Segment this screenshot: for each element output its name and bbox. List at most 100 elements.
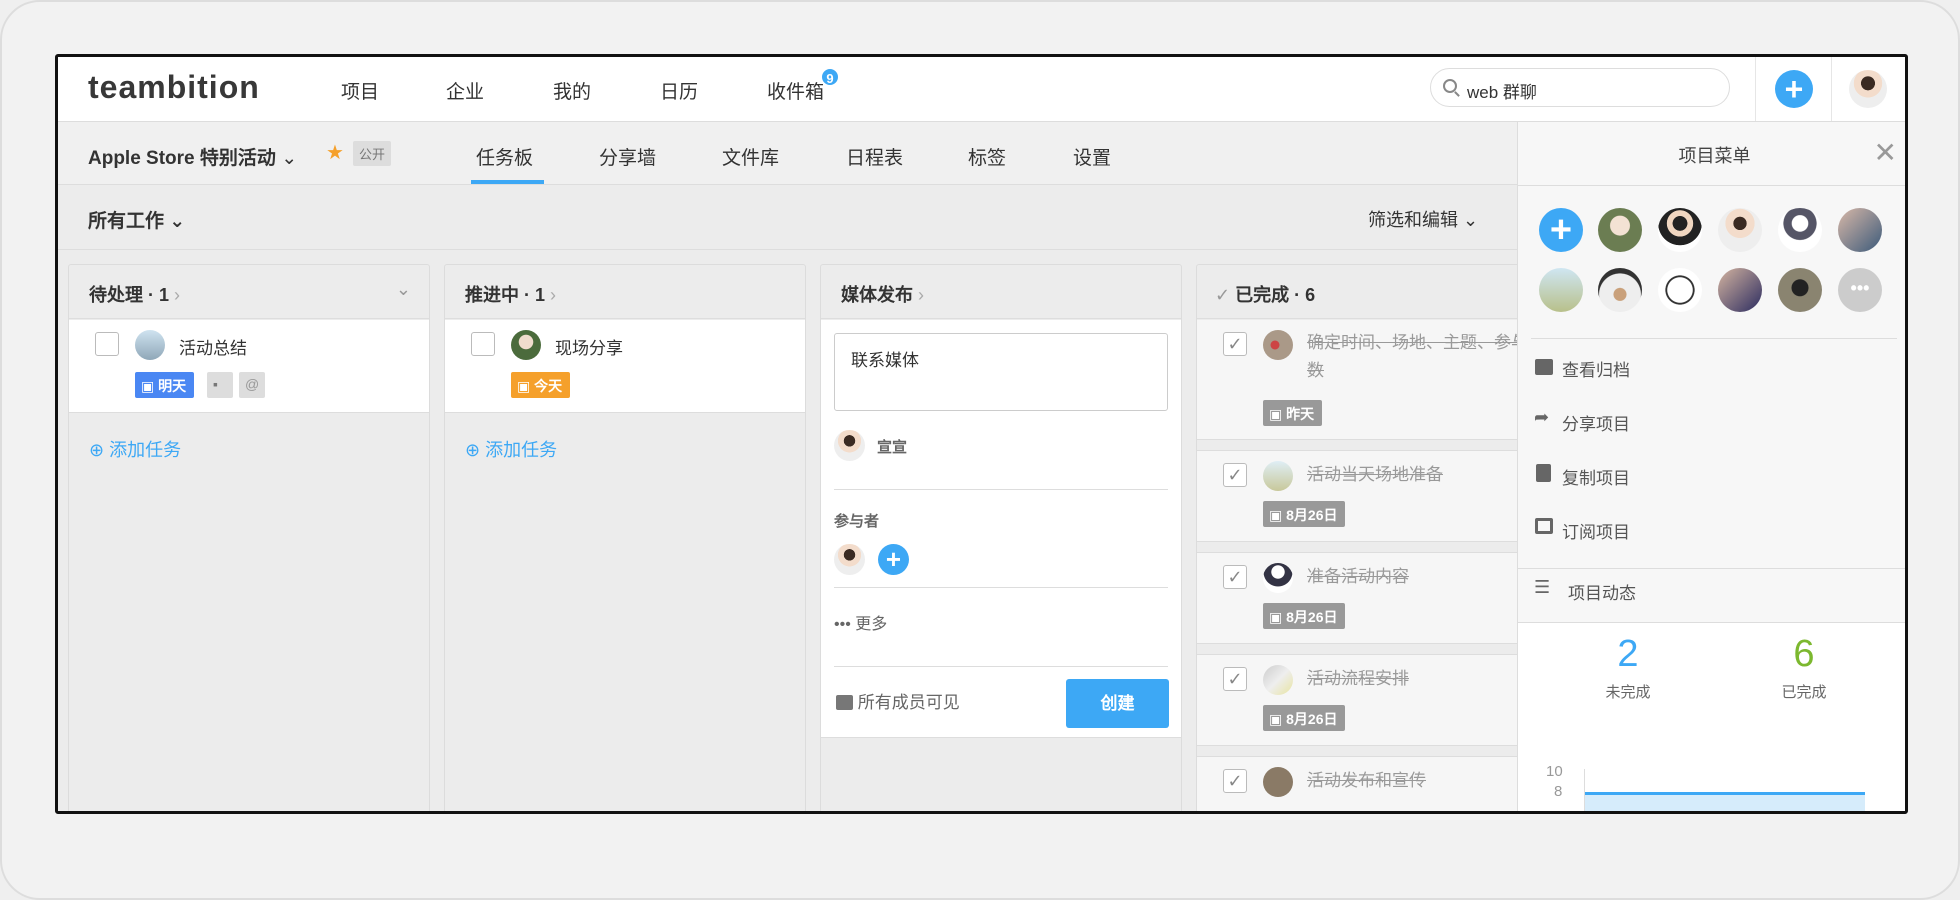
member-avatar[interactable] <box>1658 268 1702 312</box>
task-card[interactable]: ✓ 准备活动内容 ▣ 8月26日 <box>1197 552 1557 644</box>
nav-enterprise[interactable]: 企业 <box>446 77 484 104</box>
task-card[interactable]: ✓ 活动流程安排 ▣ 8月26日 <box>1197 654 1557 746</box>
active-tab-indicator <box>471 180 544 184</box>
tab-share-wall[interactable]: 分享墙 <box>599 143 656 170</box>
visibility-toggle[interactable]: 所有成员可见 <box>836 688 960 713</box>
more-button[interactable]: ••• 更多 <box>834 610 887 634</box>
due-date: 8月26日 <box>1286 507 1338 523</box>
member-avatar[interactable] <box>1718 208 1762 252</box>
task-title: 活动当天场地准备 <box>1307 465 1443 484</box>
calendar-icon: ▣ <box>1269 609 1287 625</box>
task-checkbox[interactable] <box>471 332 495 356</box>
assignee-avatar <box>1263 767 1293 797</box>
due-date-tag: ▣ 今天 <box>511 372 571 398</box>
create-plus-button[interactable]: + <box>1775 70 1813 108</box>
member-avatar[interactable] <box>1838 208 1882 252</box>
project-title[interactable]: Apple Store 特别活动 ⌄ <box>88 143 297 170</box>
member-avatar[interactable] <box>1658 208 1702 252</box>
nav-calendar[interactable]: 日历 <box>660 77 698 104</box>
task-checkbox[interactable]: ✓ <box>1223 463 1247 487</box>
task-checkbox[interactable] <box>95 332 119 356</box>
menu-view-archive[interactable]: 查看归档 <box>1562 356 1630 381</box>
chart-tick-label: 10 <box>1546 763 1563 780</box>
divider <box>834 489 1168 490</box>
column-media: 媒体发布 › 联系媒体 宣宣 参与者 + ••• 更多 所有成员可见 创建 <box>820 264 1182 811</box>
add-task-button[interactable]: ⊕ 添加任务 <box>89 436 181 462</box>
task-card[interactable]: 活动总结 ▣ 明天 ▪ @ <box>69 320 429 413</box>
column-header[interactable]: ✓ 已完成 · 6 <box>1197 265 1557 319</box>
calendar-icon <box>1535 518 1553 534</box>
search-input[interactable]: web 群聊 <box>1430 68 1730 107</box>
member-avatar[interactable] <box>1718 268 1762 312</box>
column-title: 已完成 · 6 <box>1235 285 1316 305</box>
divider <box>1831 57 1832 121</box>
tab-taskboard[interactable]: 任务板 <box>476 143 533 170</box>
check-icon: ✓ <box>1215 285 1231 305</box>
star-icon[interactable]: ★ <box>326 140 344 165</box>
member-avatar[interactable] <box>1539 268 1583 312</box>
scope-dropdown[interactable]: 所有工作 ⌄ <box>88 206 185 233</box>
member-avatar[interactable] <box>1778 268 1822 312</box>
participant-avatar <box>834 544 865 575</box>
task-card[interactable]: ✓ 活动当天场地准备 ▣ 8月26日 <box>1197 450 1557 542</box>
add-task-button[interactable]: ⊕ 添加任务 <box>465 436 557 462</box>
calendar-icon: ▣ <box>1269 507 1287 523</box>
member-avatar[interactable] <box>1778 208 1822 252</box>
chevron-right-icon: › <box>550 285 557 305</box>
column-title: 媒体发布 <box>841 285 913 305</box>
column-header[interactable]: 媒体发布 › <box>821 265 1181 319</box>
member-avatar[interactable] <box>1598 268 1642 312</box>
menu-subscribe-project[interactable]: 订阅项目 <box>1562 518 1630 543</box>
menu-project-activity[interactable]: 项目动态 <box>1568 579 1636 604</box>
nav-mine[interactable]: 我的 <box>553 77 591 104</box>
share-icon: ➦ <box>1534 407 1550 427</box>
incomplete-count: 2 <box>1617 633 1639 675</box>
more-members-button[interactable]: ••• <box>1838 268 1882 312</box>
assignee-avatar <box>135 330 165 360</box>
close-icon[interactable]: ✕ <box>1874 136 1897 169</box>
task-checkbox[interactable]: ✓ <box>1223 667 1247 691</box>
task-card[interactable]: ✓ 确定时间、场地、主题、参与人数 ▣ 昨天 <box>1197 320 1557 440</box>
column-header[interactable]: 待处理 · 1 › ⌄ <box>69 265 429 319</box>
logo[interactable]: teambition <box>88 69 260 106</box>
column-title: 推进中 · 1 <box>465 285 546 305</box>
task-checkbox[interactable]: ✓ <box>1223 769 1247 793</box>
task-card[interactable]: 现场分享 ▣ 今天 <box>445 320 805 413</box>
complete-label: 已完成 <box>1781 684 1827 701</box>
divider <box>1518 185 1905 186</box>
create-button[interactable]: 创建 <box>1066 679 1169 728</box>
assignee-avatar <box>1263 563 1293 593</box>
calendar-icon: ▣ <box>517 378 535 394</box>
panel-title: 项目菜单 <box>1678 146 1751 166</box>
chevron-down-icon[interactable]: ⌄ <box>396 279 411 300</box>
nav-inbox[interactable]: 收件箱 <box>767 77 824 104</box>
task-title: 活动发布和宣传 <box>1307 771 1426 790</box>
task-checkbox[interactable]: ✓ <box>1223 332 1247 356</box>
add-task-label: 添加任务 <box>109 440 182 460</box>
tab-tags[interactable]: 标签 <box>968 143 1006 170</box>
app-window: teambition 项目 企业 我的 日历 收件箱 9 web 群聊 + Ap… <box>55 54 1908 814</box>
tab-schedule[interactable]: 日程表 <box>846 143 903 170</box>
task-checkbox[interactable]: ✓ <box>1223 565 1247 589</box>
search-icon <box>1443 79 1457 93</box>
tab-files[interactable]: 文件库 <box>722 143 779 170</box>
tab-settings[interactable]: 设置 <box>1073 143 1111 170</box>
chevron-down-icon: ⌄ <box>169 211 186 232</box>
due-date: 今天 <box>534 378 563 394</box>
member-avatar[interactable] <box>1598 208 1642 252</box>
more-label: 更多 <box>855 616 888 633</box>
column-in-progress: 推进中 · 1 › 现场分享 ▣ 今天 ⊕ 添加任务 <box>444 264 806 811</box>
menu-share-project[interactable]: 分享项目 <box>1562 410 1630 435</box>
nav-projects[interactable]: 项目 <box>341 77 379 104</box>
assignee-name[interactable]: 宣宣 <box>877 436 907 457</box>
add-participant-button[interactable]: + <box>878 544 909 575</box>
assignee-avatar[interactable] <box>834 430 865 461</box>
task-content-textarea[interactable]: 联系媒体 <box>834 333 1168 411</box>
chevron-down-icon: ⌄ <box>1463 210 1479 230</box>
task-card[interactable]: ✓ 活动发布和宣传 <box>1197 756 1557 811</box>
column-header[interactable]: 推进中 · 1 › <box>445 265 805 319</box>
menu-copy-project[interactable]: 复制项目 <box>1562 464 1630 489</box>
filter-edit-dropdown[interactable]: 筛选和编辑 ⌄ <box>1368 206 1478 232</box>
user-avatar[interactable] <box>1849 70 1887 108</box>
add-member-button[interactable]: + <box>1539 208 1583 252</box>
